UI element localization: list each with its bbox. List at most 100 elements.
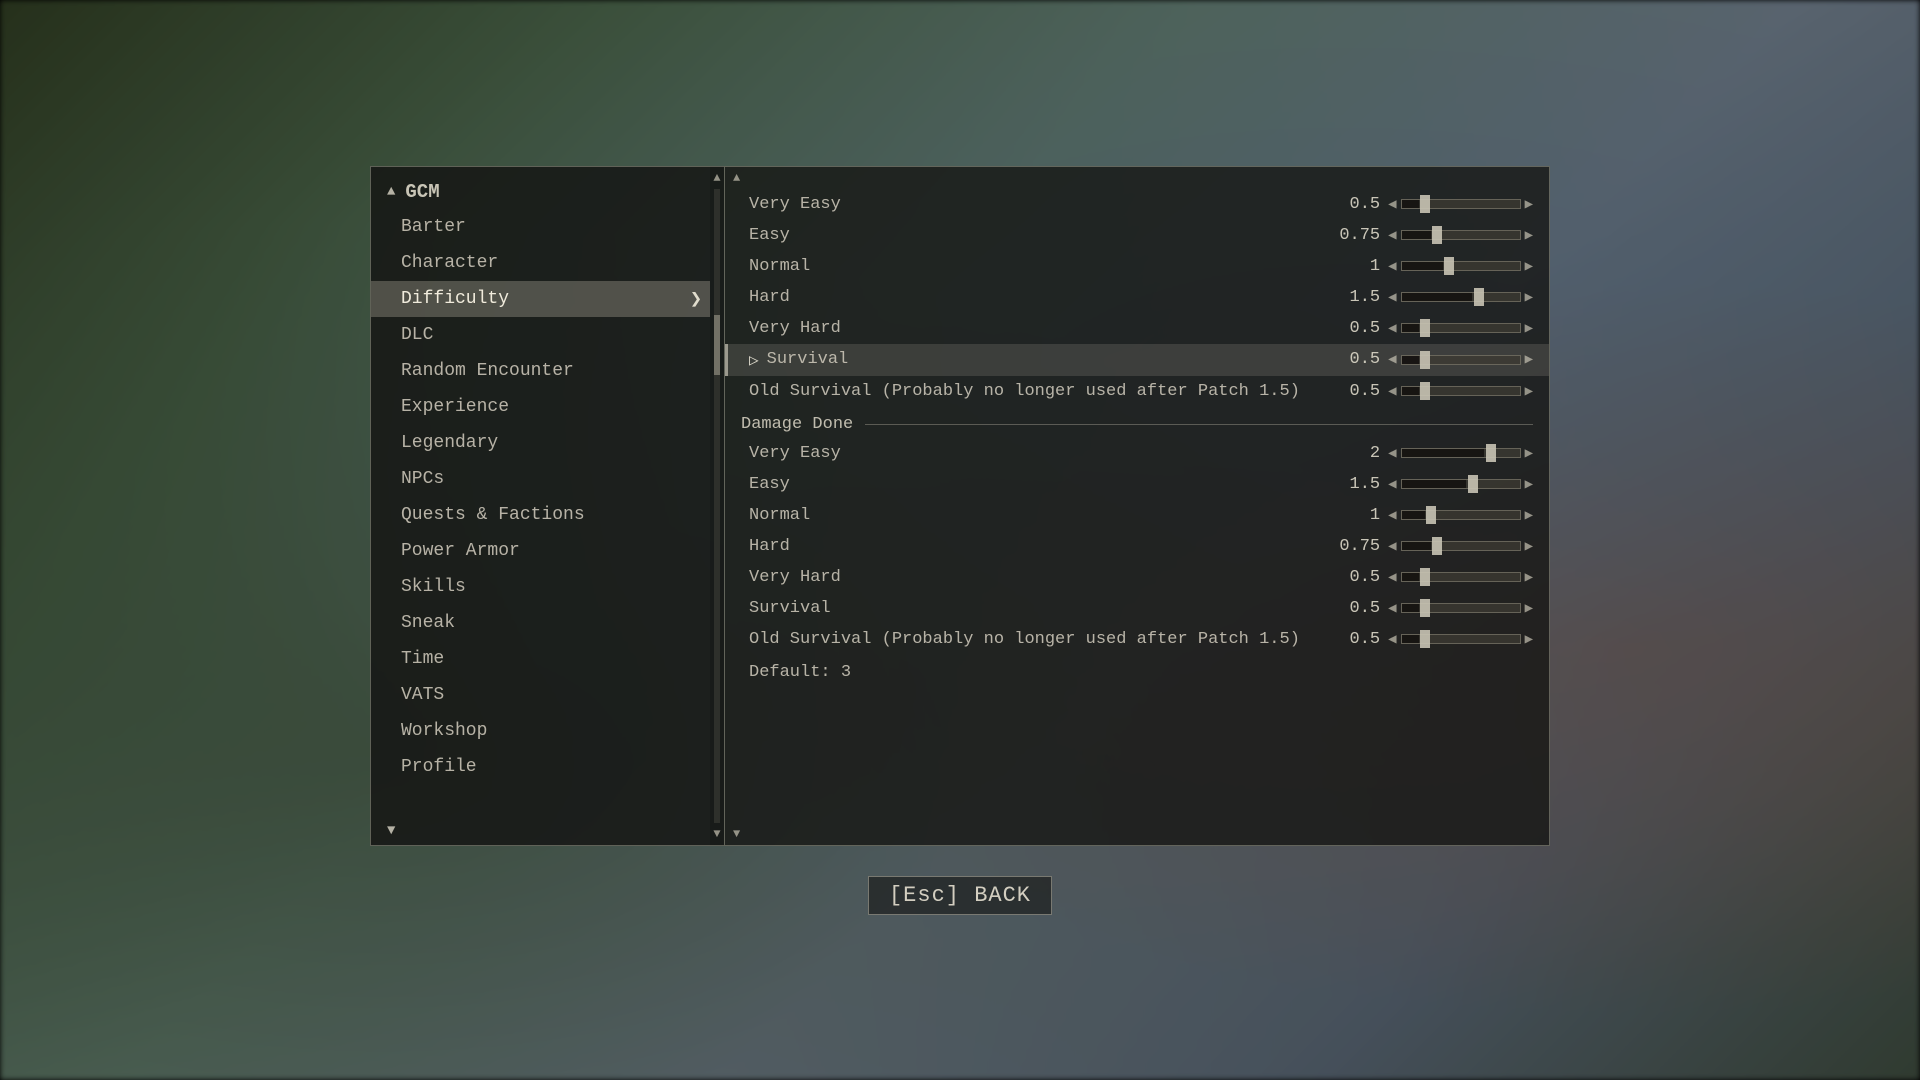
slider-right-arrow-icon[interactable]: ▶ [1525,631,1533,648]
slider-left-arrow-icon[interactable]: ◀ [1388,631,1396,648]
slider-left-arrow-icon[interactable]: ◀ [1388,445,1396,462]
slider-thumb[interactable] [1420,382,1430,400]
setting-row-oldsurvival2[interactable]: Old Survival (Probably no longer used af… [725,624,1549,655]
slider-track[interactable] [1401,261,1521,271]
slider-thumb[interactable] [1420,568,1430,586]
slider-right-arrow-icon[interactable]: ▶ [1525,227,1533,244]
slider-thumb[interactable] [1420,630,1430,648]
slider[interactable]: ◀▶ [1388,600,1533,617]
slider-track[interactable] [1401,603,1521,613]
slider-right-arrow-icon[interactable]: ▶ [1525,196,1533,213]
setting-row-vh2[interactable]: Very Hard0.5◀▶ [725,562,1549,593]
slider-right-arrow-icon[interactable]: ▶ [1525,289,1533,306]
slider-right-arrow-icon[interactable]: ▶ [1525,351,1533,368]
slider[interactable]: ◀▶ [1388,258,1533,275]
slider-right-arrow-icon[interactable]: ▶ [1525,569,1533,586]
slider[interactable]: ◀▶ [1388,631,1533,648]
slider-track[interactable] [1401,572,1521,582]
slider-track[interactable] [1401,386,1521,396]
slider-track[interactable] [1401,323,1521,333]
slider-left-arrow-icon[interactable]: ◀ [1388,227,1396,244]
slider-thumb[interactable] [1426,506,1436,524]
sidebar-item-experience[interactable]: Experience [371,389,710,425]
slider-track[interactable] [1401,448,1521,458]
expand-button[interactable]: ▼ [387,823,395,839]
setting-row-survival2[interactable]: Survival0.5◀▶ [725,593,1549,624]
slider-thumb[interactable] [1432,537,1442,555]
sidebar-item-character[interactable]: Character [371,245,710,281]
slider[interactable]: ◀▶ [1388,569,1533,586]
sidebar-item-skills[interactable]: Skills [371,569,710,605]
slider-track[interactable] [1401,292,1521,302]
sidebar-item-dlc[interactable]: DLC [371,317,710,353]
slider-right-arrow-icon[interactable]: ▶ [1525,600,1533,617]
slider-track[interactable] [1401,199,1521,209]
slider-left-arrow-icon[interactable]: ◀ [1388,351,1396,368]
setting-row-easy2[interactable]: Easy1.5◀▶ [725,469,1549,500]
setting-row-normal1[interactable]: Normal1◀▶ [725,251,1549,282]
setting-row-easy1[interactable]: Easy0.75◀▶ [725,220,1549,251]
slider-right-arrow-icon[interactable]: ▶ [1525,320,1533,337]
slider[interactable]: ◀▶ [1388,507,1533,524]
back-button[interactable]: [Esc] BACK [868,876,1052,915]
slider-right-arrow-icon[interactable]: ▶ [1525,383,1533,400]
setting-row-hard2[interactable]: Hard0.75◀▶ [725,531,1549,562]
slider[interactable]: ◀▶ [1388,538,1533,555]
slider-thumb[interactable] [1486,444,1496,462]
slider-left-arrow-icon[interactable]: ◀ [1388,476,1396,493]
scroll-thumb[interactable] [714,315,720,375]
slider-track[interactable] [1401,230,1521,240]
slider-thumb[interactable] [1420,599,1430,617]
collapse-button[interactable]: ▲ GCM [371,175,710,209]
setting-row-vh1[interactable]: Very Hard0.5◀▶ [725,313,1549,344]
setting-row-ve1[interactable]: Very Easy0.5◀▶ [725,189,1549,220]
slider-thumb[interactable] [1432,226,1442,244]
sidebar-item-npcs[interactable]: NPCs [371,461,710,497]
sidebar-item-legendary[interactable]: Legendary [371,425,710,461]
setting-row-survival1[interactable]: ▷Survival0.5◀▶ [725,344,1549,376]
slider-track[interactable] [1401,355,1521,365]
slider[interactable]: ◀▶ [1388,445,1533,462]
slider-right-arrow-icon[interactable]: ▶ [1525,476,1533,493]
sidebar-item-difficulty[interactable]: Difficulty❯ [371,281,710,317]
slider[interactable]: ◀▶ [1388,383,1533,400]
sidebar-item-barter[interactable]: Barter [371,209,710,245]
sidebar-item-workshop[interactable]: Workshop [371,713,710,749]
slider-thumb[interactable] [1420,351,1430,369]
slider-right-arrow-icon[interactable]: ▶ [1525,258,1533,275]
right-panel-up-arrow[interactable]: ▲ [725,167,1549,189]
slider[interactable]: ◀▶ [1388,476,1533,493]
slider-left-arrow-icon[interactable]: ◀ [1388,538,1396,555]
sidebar-item-sneak[interactable]: Sneak [371,605,710,641]
slider-right-arrow-icon[interactable]: ▶ [1525,507,1533,524]
sidebar-item-power-armor[interactable]: Power Armor [371,533,710,569]
slider-left-arrow-icon[interactable]: ◀ [1388,507,1396,524]
slider[interactable]: ◀▶ [1388,320,1533,337]
sidebar-item-random-encounter[interactable]: Random Encounter [371,353,710,389]
slider[interactable]: ◀▶ [1388,351,1533,368]
setting-row-hard1[interactable]: Hard1.5◀▶ [725,282,1549,313]
slider-thumb[interactable] [1468,475,1478,493]
slider-left-arrow-icon[interactable]: ◀ [1388,320,1396,337]
sidebar-item-vats[interactable]: VATS [371,677,710,713]
slider-thumb[interactable] [1444,257,1454,275]
sidebar-item-time[interactable]: Time [371,641,710,677]
slider-left-arrow-icon[interactable]: ◀ [1388,258,1396,275]
slider-left-arrow-icon[interactable]: ◀ [1388,383,1396,400]
slider-left-arrow-icon[interactable]: ◀ [1388,289,1396,306]
slider-thumb[interactable] [1474,288,1484,306]
slider-track[interactable] [1401,634,1521,644]
sidebar-item-profile[interactable]: Profile [371,749,710,785]
sidebar-item-quests-factions[interactable]: Quests & Factions [371,497,710,533]
scroll-down-arrow[interactable]: ▼ [713,827,720,841]
slider-thumb[interactable] [1420,195,1430,213]
slider-right-arrow-icon[interactable]: ▶ [1525,538,1533,555]
slider-thumb[interactable] [1420,319,1430,337]
setting-row-ve2[interactable]: Very Easy2◀▶ [725,438,1549,469]
slider[interactable]: ◀▶ [1388,227,1533,244]
slider-track[interactable] [1401,510,1521,520]
slider-left-arrow-icon[interactable]: ◀ [1388,600,1396,617]
slider-left-arrow-icon[interactable]: ◀ [1388,196,1396,213]
slider-track[interactable] [1401,479,1521,489]
setting-row-oldsurvival1[interactable]: Old Survival (Probably no longer used af… [725,376,1549,407]
